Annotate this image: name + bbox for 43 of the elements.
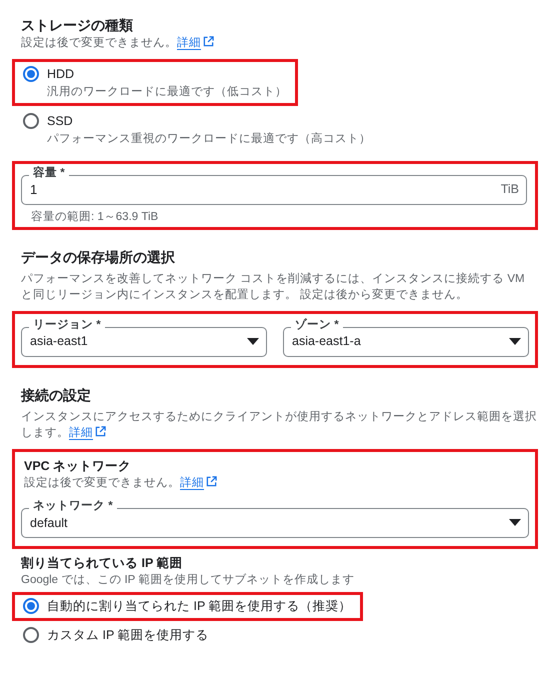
- field-label: 容量 *: [29, 166, 69, 180]
- value-input[interactable]: 1: [30, 180, 501, 200]
- section-title: ストレージの種類: [21, 16, 134, 35]
- subsection-title: 割り当てられている IP 範囲: [21, 554, 184, 572]
- dropdown-select[interactable]: ネットワーク * default: [21, 500, 529, 538]
- learn-more-link[interactable]: 詳細: [69, 426, 106, 439]
- selected-value: default: [30, 514, 69, 532]
- option-label: HDD: [47, 66, 74, 83]
- radio-button[interactable]: [23, 626, 39, 643]
- description-text: パフォーマンスを改善してネットワーク コストを削減するには、インスタンスに接続する VM と同じリージョン内にインスタンスを配置します。 設定は後から変更できません。: [21, 271, 526, 303]
- radio-button[interactable]: [23, 66, 39, 82]
- selected-value: asia-east1-a: [292, 333, 362, 350]
- selected-value: asia-east1: [30, 333, 89, 350]
- section-title: 接続の設定: [21, 386, 92, 405]
- learn-more-link[interactable]: 詳細: [177, 36, 214, 49]
- helper-text: 容量の範囲: 1～63.9 TiB: [30, 209, 160, 225]
- section-title: データの保存場所の選択: [21, 248, 176, 267]
- external-link-icon: [203, 36, 214, 47]
- dropdown-caret-icon: [509, 519, 521, 526]
- description-text: 設定は後で変更できません。詳細: [21, 34, 538, 51]
- dropdown-caret-icon: [509, 338, 521, 346]
- learn-more-link[interactable]: 詳細: [180, 476, 217, 489]
- dropdown-select[interactable]: リージョン * asia-east1: [21, 320, 267, 357]
- field-label: ゾーン *: [291, 318, 343, 333]
- field-label: ネットワーク *: [29, 500, 117, 514]
- radio-button[interactable]: [23, 113, 39, 130]
- description-text: 設定は後で変更できません。詳細: [21, 474, 529, 491]
- description-text: Google では、この IP 範囲を使用してサブネットを作成します: [21, 572, 356, 588]
- capacity-field[interactable]: 容量 * 1 TiB: [21, 168, 527, 205]
- option-label: 自動的に割り当てられた IP 範囲を使用する（推奨）: [47, 598, 352, 615]
- external-link-icon: [95, 426, 106, 437]
- option-description: パフォーマンス重視のワークロードに最適です（高コスト）: [46, 131, 371, 147]
- external-link-icon: [206, 476, 217, 487]
- option-label: カスタム IP 範囲を使用する: [47, 626, 209, 644]
- dropdown-select[interactable]: ゾーン * asia-east1-a: [283, 320, 529, 357]
- description-text: インスタンスにアクセスするためにクライアントが使用するネットワークとアドレス範囲を選択します。詳細: [21, 410, 538, 441]
- radio-button[interactable]: [23, 598, 39, 614]
- option-label: SSD: [47, 112, 73, 130]
- unit-label: TiB: [500, 181, 519, 198]
- dropdown-caret-icon: [247, 338, 259, 346]
- option-description: 汎用のワークロードに最適です（低コスト）: [46, 84, 287, 100]
- field-label: リージョン *: [29, 318, 105, 333]
- subsection-title: VPC ネットワーク: [23, 458, 132, 475]
